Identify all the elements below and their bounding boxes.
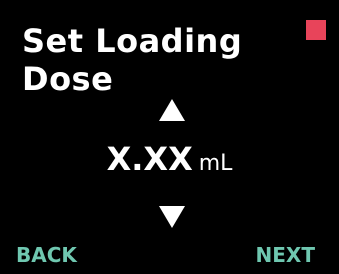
device-screen: Set Loading Dose X.XX mL BACK NEXT	[0, 0, 339, 274]
dose-value: X.XX	[106, 140, 193, 178]
decrease-triangle-down-icon[interactable]	[159, 206, 185, 228]
page-title: Set Loading Dose	[22, 22, 242, 98]
dose-readout: X.XX mL	[0, 140, 339, 178]
back-button[interactable]: BACK	[16, 243, 77, 267]
next-button[interactable]: NEXT	[256, 243, 315, 267]
page-title-line-2: Dose	[22, 60, 114, 98]
status-indicator-square	[306, 20, 326, 40]
page-title-line-1: Set Loading	[22, 22, 243, 60]
dose-unit: mL	[198, 151, 233, 176]
increase-triangle-up-icon[interactable]	[159, 99, 185, 121]
